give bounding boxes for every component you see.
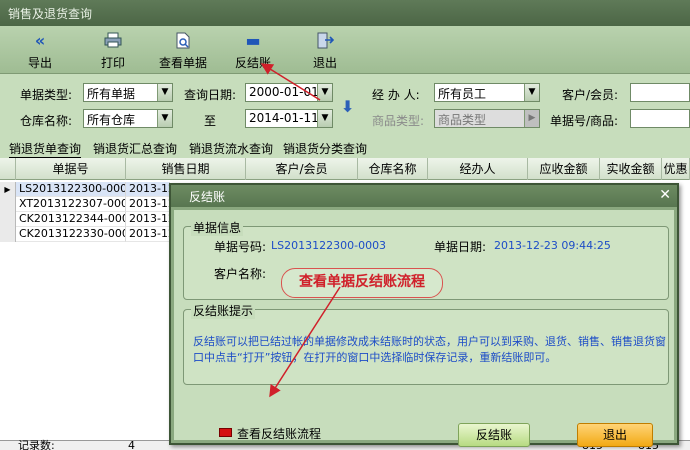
column-header[interactable]: 客户/会员: [246, 158, 358, 180]
export-button[interactable]: « 导出: [28, 32, 52, 71]
annotation-callout: 查看单据反结账流程: [281, 268, 443, 298]
warehouse-label: 仓库名称:: [20, 114, 73, 128]
date-to-picker[interactable]: 2014-01-11 ▼: [245, 109, 333, 128]
query-tabs: 销退货单查询 销退货汇总查询 销退货流水查询 销退货分类查询: [0, 138, 690, 158]
date-from-value: 2000-01-01: [249, 85, 319, 99]
hint-group-title: 反结账提示: [191, 302, 256, 319]
view-document-button[interactable]: 查看单据: [159, 32, 207, 71]
close-icon[interactable]: ✕: [659, 187, 671, 203]
tab-sales-flow-query[interactable]: 销退货流水查询: [189, 140, 273, 157]
minus-icon: ▬: [245, 31, 261, 50]
dialog-body: 单据信息 单据号码: LS2013122300-0003 单据日期: 2013-…: [174, 210, 674, 447]
doc-type-select[interactable]: 所有单据 ▼: [83, 83, 173, 102]
docno-input[interactable]: [630, 109, 690, 128]
chevron-down-icon: ▼: [317, 110, 332, 127]
sale-date-cell: 2013-12: [126, 212, 170, 227]
hint-text: 反结账可以把已结过帐的单据修改成未结账时的状态，用户可以到采购、退货、销售、销售…: [193, 335, 666, 364]
column-header[interactable]: 经办人: [428, 158, 528, 180]
exit-toolbar-button[interactable]: 退出: [313, 32, 337, 71]
doc-date-value: 2013-12-23 09:44:25: [494, 239, 611, 252]
column-header[interactable]: 仓库名称: [358, 158, 428, 180]
chevron-down-icon: ▼: [157, 110, 172, 127]
sale-date-cell: 2013-12: [126, 197, 170, 212]
doc-info-group-title: 单据信息: [191, 219, 244, 236]
handler-value: 所有员工: [438, 87, 487, 101]
double-chevron-left-icon: «: [34, 31, 46, 50]
view-flow-link[interactable]: 查看反结账流程: [237, 425, 321, 442]
customer-name-label: 客户名称:: [214, 267, 267, 281]
print-button[interactable]: 打印: [101, 32, 125, 71]
warehouse-select[interactable]: 所有仓库 ▼: [83, 109, 173, 128]
export-label: 导出: [28, 56, 53, 70]
doc-number-label: 单据号码:: [214, 240, 267, 254]
date-to-label: 至: [204, 114, 217, 128]
dialog-title: 反结账: [189, 190, 226, 204]
column-header[interactable]: 优惠: [662, 158, 690, 180]
toolbar: « 导出 打印 查看单据 ▬ 反结账 退出: [0, 26, 690, 74]
print-label: 打印: [101, 56, 126, 70]
customer-input[interactable]: [630, 83, 690, 102]
exit-button[interactable]: 退出: [577, 423, 653, 447]
chevron-down-icon: ▼: [524, 84, 539, 101]
unsettle-button[interactable]: 反结账: [458, 423, 530, 447]
product-type-value: 商品类型: [438, 113, 487, 127]
doc-number-cell: CK2013122330-0001: [16, 227, 126, 242]
window-titlebar: 销售及退货查询: [0, 0, 690, 26]
tab-sales-summary-query[interactable]: 销退货汇总查询: [93, 140, 177, 157]
view-document-label: 查看单据: [159, 56, 208, 70]
doc-type-label: 单据类型:: [20, 88, 73, 102]
unsettle-dialog: 反结账 ✕ 单据信息 单据号码: LS2013122300-0003 单据日期:…: [169, 183, 679, 447]
doc-number-value: LS2013122300-0003: [271, 239, 387, 252]
document-search-icon: [159, 32, 207, 50]
chevron-down-icon: ▼: [157, 84, 172, 101]
tab-sales-category-query[interactable]: 销退货分类查询: [283, 140, 367, 157]
window-title: 销售及退货查询: [8, 7, 93, 21]
docno-label: 单据号/商品:: [550, 114, 619, 128]
customer-label: 客户/会员:: [562, 88, 619, 102]
date-to-value: 2014-01-11: [249, 111, 319, 125]
row-indicator-header: [0, 158, 16, 180]
date-from-picker[interactable]: 2000-01-01 ▼: [245, 83, 333, 102]
unsettle-toolbar-button[interactable]: ▬ 反结账: [235, 32, 271, 71]
chevron-right-icon: ▶: [524, 110, 539, 127]
exit-toolbar-label: 退出: [313, 56, 338, 70]
record-count-value: 4: [128, 439, 135, 450]
printer-icon: [101, 32, 125, 50]
sale-date-cell: 2013-12: [126, 182, 170, 197]
handler-label: 经 办 人:: [372, 88, 420, 102]
column-header[interactable]: 单据号: [16, 158, 126, 180]
sale-date-cell: 2013-12: [126, 227, 170, 242]
doc-date-label: 单据日期:: [434, 240, 487, 254]
doc-number-cell: XT2013122307-0001: [16, 197, 126, 212]
column-header[interactable]: 实收金额: [600, 158, 662, 180]
handler-select[interactable]: 所有员工 ▼: [434, 83, 540, 102]
product-type-label: 商品类型:: [372, 114, 425, 128]
row-marker: [0, 227, 16, 242]
current-row-icon: ▶: [0, 182, 16, 197]
hint-group: 反结账提示 反结账可以把已结过帐的单据修改成未结账时的状态，用户可以到采购、退货…: [183, 302, 669, 385]
product-type-select[interactable]: 商品类型 ▶: [434, 109, 540, 128]
doc-number-cell: LS2013122300-0003: [16, 182, 126, 197]
column-header[interactable]: 销售日期: [126, 158, 246, 180]
tab-sales-doc-query[interactable]: 销退货单查询: [9, 140, 82, 158]
row-marker: [0, 197, 16, 212]
column-header[interactable]: 应收金额: [528, 158, 600, 180]
doc-number-cell: CK2013122344-0002: [16, 212, 126, 227]
dialog-titlebar: 反结账 ✕: [171, 185, 677, 207]
arrow-down-icon[interactable]: ⬇: [341, 97, 354, 116]
warehouse-value: 所有仓库: [87, 113, 136, 127]
table-header: 单据号 销售日期 客户/会员 仓库名称 经办人 应收金额 实收金额 优惠: [0, 158, 690, 180]
unsettle-toolbar-label: 反结账: [235, 56, 272, 70]
query-date-label: 查询日期:: [184, 88, 237, 102]
doc-type-value: 所有单据: [87, 87, 136, 101]
row-marker: [0, 212, 16, 227]
exit-door-icon: [313, 32, 337, 50]
record-count-label: 记录数:: [18, 439, 55, 450]
chevron-down-icon: ▼: [317, 84, 332, 101]
flow-marker-icon: [219, 428, 232, 437]
